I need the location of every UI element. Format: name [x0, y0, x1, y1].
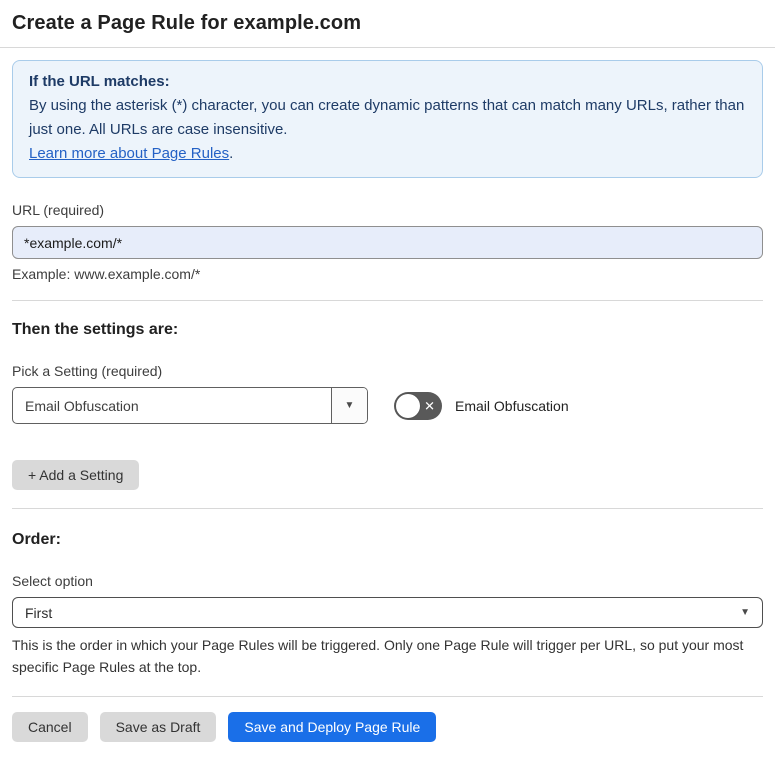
info-box-heading: If the URL matches:: [29, 73, 170, 90]
email-obfuscation-toggle[interactable]: ✕: [394, 391, 442, 420]
toggle-label: Email Obfuscation: [455, 397, 569, 414]
setting-select-value: Email Obfuscation: [25, 397, 139, 414]
order-section-heading: Order:: [12, 531, 61, 548]
setting-select-arrow-button[interactable]: ▼: [331, 388, 367, 423]
url-matches-info-box: If the URL matches: By using the asteris…: [12, 60, 763, 178]
settings-section-heading: Then the settings are:: [12, 321, 179, 338]
add-setting-button[interactable]: + Add a Setting: [12, 460, 140, 490]
url-input[interactable]: [12, 226, 763, 259]
url-label: URL (required): [12, 202, 105, 218]
learn-more-link[interactable]: Learn more about Page Rules: [29, 145, 229, 162]
select-option-label: Select option: [12, 573, 93, 589]
order-select-value: First: [25, 604, 53, 621]
toggle-knob: [396, 393, 420, 418]
header-divider: [0, 47, 775, 48]
footer-divider: [12, 696, 763, 697]
section-divider-2: [12, 508, 763, 509]
info-box-body: By using the asterisk (*) character, you…: [29, 97, 745, 138]
toggle-off-x-icon: ✕: [424, 398, 435, 413]
page-title: Create a Page Rule for example.com: [12, 12, 362, 34]
link-suffix: .: [229, 145, 234, 162]
chevron-down-icon: ▼: [740, 606, 750, 618]
setting-row: Email Obfuscation ▼ ✕ Email Obfuscation: [12, 387, 763, 424]
chevron-down-icon: ▼: [344, 399, 355, 411]
info-box-link-line: Learn more about Page Rules.: [29, 142, 746, 166]
section-divider-1: [12, 300, 763, 301]
order-select[interactable]: First ▼: [12, 597, 763, 628]
pick-setting-label: Pick a Setting (required): [12, 363, 163, 379]
order-help-text: This is the order in which your Page Rul…: [12, 637, 744, 675]
url-example-text: Example: www.example.com/*: [12, 266, 201, 282]
setting-select[interactable]: Email Obfuscation ▼: [12, 387, 368, 424]
